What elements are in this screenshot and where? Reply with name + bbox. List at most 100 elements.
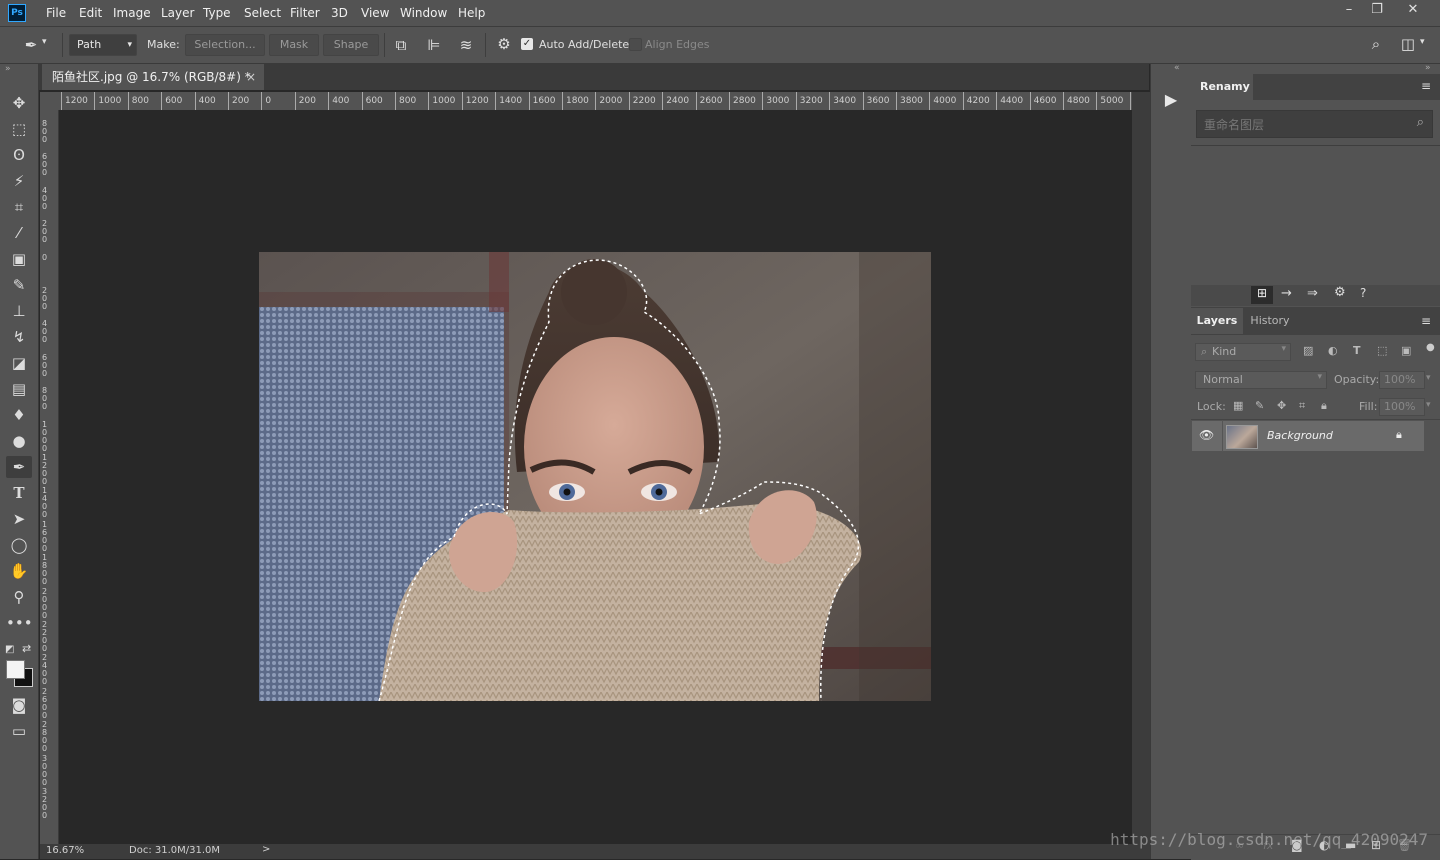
renamy-search-input[interactable]: 重命名图层 ⌕: [1196, 110, 1433, 138]
make-mask-button[interactable]: Mask: [269, 34, 319, 56]
menu-image[interactable]: Image: [113, 0, 151, 26]
blur-tool-icon[interactable]: ♦: [6, 404, 32, 426]
menu-type[interactable]: Type: [203, 0, 231, 26]
menu-window[interactable]: Window: [400, 0, 447, 26]
lock-pixels-icon[interactable]: ✎: [1255, 399, 1264, 412]
filter-type-icon[interactable]: T: [1353, 344, 1361, 357]
gear-icon[interactable]: ⚙: [494, 35, 514, 53]
menu-help[interactable]: Help: [458, 0, 485, 26]
more-tools-icon[interactable]: •••: [6, 612, 33, 634]
blend-mode-select[interactable]: Normal ▾: [1195, 371, 1327, 389]
fill-input[interactable]: 100%: [1379, 398, 1425, 416]
pen-tool-preset-icon[interactable]: ✒: [20, 36, 42, 54]
zoom-level[interactable]: 16.67%: [46, 845, 84, 856]
chevron-down-icon[interactable]: ▾: [1420, 37, 1425, 47]
lock-all-icon[interactable]: 🔒︎: [1321, 399, 1327, 413]
lock-artboard-icon[interactable]: ⌗: [1299, 399, 1305, 413]
eyedropper-tool-icon[interactable]: ⁄: [6, 222, 32, 244]
renamy-toolbar: ⊞ → ⇒ ⚙ ?: [1191, 285, 1440, 306]
path-alignment-icon[interactable]: ⊫: [424, 36, 444, 54]
layer-row-background[interactable]: 👁︎ Background 🔒︎: [1192, 420, 1424, 452]
menu-file[interactable]: File: [46, 0, 66, 26]
renamy-tab[interactable]: Renamy: [1191, 74, 1253, 100]
chevron-down-icon[interactable]: ▾: [1426, 400, 1431, 410]
eraser-tool-icon[interactable]: ◪: [6, 352, 32, 374]
collapse-icon[interactable]: «: [1174, 63, 1180, 73]
menu-filter[interactable]: Filter: [290, 0, 320, 26]
magic-wand-tool-icon[interactable]: ⚡: [6, 170, 32, 192]
auto-add-delete-checkbox[interactable]: ✓: [521, 38, 533, 50]
make-selection-button[interactable]: Selection...: [185, 34, 265, 56]
search-icon[interactable]: ⌕: [1417, 115, 1424, 130]
panel-menu-icon[interactable]: ≡: [1421, 314, 1431, 328]
filter-smart-object-icon[interactable]: ▣: [1401, 344, 1411, 357]
document-image[interactable]: [259, 252, 931, 701]
marquee-tool-icon[interactable]: ⬚: [6, 118, 32, 140]
menu-3d[interactable]: 3D: [331, 0, 348, 26]
chevron-down-icon[interactable]: ▾: [42, 37, 47, 47]
zoom-tool-icon[interactable]: ⚲: [6, 586, 32, 608]
tab-history[interactable]: History: [1243, 308, 1297, 334]
filter-toggle-icon[interactable]: ●: [1426, 342, 1435, 353]
clone-stamp-tool-icon[interactable]: ⊥: [6, 300, 32, 322]
help-icon[interactable]: ?: [1360, 286, 1366, 300]
hand-tool-icon[interactable]: ✋: [6, 560, 32, 582]
arrow-right-icon[interactable]: →: [1281, 286, 1292, 301]
right-panels: » Renamy ≡ 重命名图层 ⌕ ⊞ → ⇒ ⚙ ? Layers Hist…: [1191, 63, 1440, 860]
align-edges-checkbox[interactable]: [629, 38, 642, 51]
chevron-down-icon: ▾: [1317, 372, 1322, 382]
collapse-icon[interactable]: »: [5, 64, 11, 74]
status-menu-arrow-icon[interactable]: >: [262, 844, 270, 855]
quick-mask-icon[interactable]: ◙: [6, 694, 32, 716]
ruler-tick-label: 200: [42, 286, 48, 311]
path-operations-icon[interactable]: ⧉: [391, 36, 411, 54]
pen-mode-select[interactable]: Path ▾: [69, 34, 137, 56]
menu-view[interactable]: View: [361, 0, 389, 26]
layer-kind-filter[interactable]: ⌕ Kind ▾: [1195, 343, 1291, 361]
pen-tool-icon[interactable]: ✒: [6, 456, 32, 478]
foreground-color-swatch[interactable]: [6, 660, 25, 679]
path-selection-tool-icon[interactable]: ➤: [6, 508, 32, 530]
screen-mode-icon[interactable]: ▭: [6, 720, 32, 742]
tab-layers[interactable]: Layers: [1191, 308, 1243, 334]
eye-icon[interactable]: 👁︎: [1199, 428, 1214, 442]
close-tab-icon[interactable]: ×: [246, 64, 256, 90]
document-tab[interactable]: 陌鱼社区.jpg @ 16.7% (RGB/8#) * ×: [42, 64, 264, 90]
make-shape-button[interactable]: Shape: [323, 34, 379, 56]
vertical-scrollbar[interactable]: [1132, 92, 1150, 844]
close-window-button[interactable]: ✕: [1396, 0, 1430, 20]
gradient-tool-icon[interactable]: ▤: [6, 378, 32, 400]
filter-adjustment-icon[interactable]: ◐: [1328, 344, 1338, 357]
menu-select[interactable]: Select: [244, 0, 281, 26]
move-tool-icon[interactable]: ✥: [6, 92, 32, 114]
double-arrow-right-icon[interactable]: ⇒: [1307, 286, 1318, 301]
opacity-input[interactable]: 100%: [1379, 371, 1425, 389]
swap-colors-icon[interactable]: ⇄: [22, 642, 31, 655]
dodge-tool-icon[interactable]: ●: [6, 430, 32, 452]
collapse-icon[interactable]: »: [1425, 63, 1431, 73]
actions-play-icon[interactable]: ▶: [1155, 86, 1187, 114]
rename-icon[interactable]: ⊞: [1251, 286, 1273, 304]
filter-shape-icon[interactable]: ⬚: [1377, 344, 1387, 357]
menu-edit[interactable]: Edit: [79, 0, 102, 26]
search-icon[interactable]: ⌕: [1366, 35, 1386, 53]
healing-brush-tool-icon[interactable]: ▣: [6, 248, 32, 270]
workspace-icon[interactable]: ◫: [1398, 35, 1418, 53]
crop-tool-icon[interactable]: ⌗: [6, 196, 32, 218]
lasso-tool-icon[interactable]: ʘ: [6, 144, 32, 166]
history-brush-tool-icon[interactable]: ↯: [6, 326, 32, 348]
path-arrangement-icon[interactable]: ≋: [456, 36, 476, 54]
lock-transparent-icon[interactable]: ▦: [1233, 399, 1243, 412]
gear-icon[interactable]: ⚙: [1334, 285, 1346, 300]
filter-pixel-icon[interactable]: ▨: [1303, 344, 1313, 357]
brush-tool-icon[interactable]: ✎: [6, 274, 32, 296]
restore-button[interactable]: ❐: [1360, 0, 1394, 20]
layer-name[interactable]: Background: [1267, 429, 1333, 442]
panel-menu-icon[interactable]: ≡: [1421, 79, 1431, 93]
ellipse-tool-icon[interactable]: ◯: [6, 534, 32, 556]
type-tool-icon[interactable]: T: [6, 482, 32, 504]
menu-layer[interactable]: Layer: [161, 0, 194, 26]
default-colors-icon[interactable]: ◩: [5, 644, 14, 655]
lock-position-icon[interactable]: ✥: [1277, 399, 1286, 412]
chevron-down-icon[interactable]: ▾: [1426, 373, 1431, 383]
